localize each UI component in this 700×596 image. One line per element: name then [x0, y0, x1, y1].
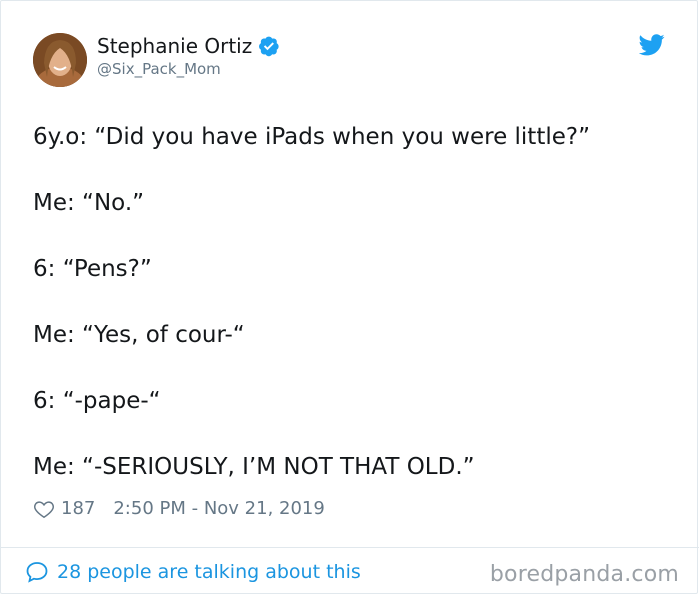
avatar[interactable]: [33, 33, 87, 87]
heart-icon[interactable]: [33, 498, 55, 520]
tweet-line: Me: “No.”: [33, 190, 145, 216]
tweet-text: 6y.o: “Did you have iPads when you were …: [33, 121, 673, 517]
twitter-bird-icon[interactable]: [639, 34, 665, 56]
tweet-timestamp[interactable]: 2:50 PM - Nov 21, 2019: [113, 497, 324, 521]
tweet-line: Me: “Yes, of cour-“: [33, 322, 245, 348]
tweet-card: Stephanie Ortiz @Six_Pack_Mom 6y.o: “Did…: [0, 0, 699, 594]
tweet-line: 6y.o: “Did you have iPads when you were …: [33, 124, 591, 150]
like-count[interactable]: 187: [61, 497, 95, 521]
tweet-line: 6: “Pens?”: [33, 256, 152, 282]
watermark: boredpanda.com: [489, 562, 679, 587]
author-display-name[interactable]: Stephanie Ortiz: [97, 33, 252, 59]
conversation-link[interactable]: 28 people are talking about this: [25, 559, 361, 585]
speech-bubble-icon: [26, 562, 48, 583]
tweet-line: 6: “-pape-“: [33, 388, 161, 414]
author-name-row: Stephanie Ortiz: [97, 33, 280, 59]
author-handle[interactable]: @Six_Pack_Mom: [97, 59, 221, 79]
tweet-line: Me: “-SERIOUSLY, I’M NOT THAT OLD.”: [33, 454, 475, 480]
verified-badge-icon: [259, 36, 279, 57]
footer-divider: [1, 547, 699, 548]
conversation-text[interactable]: 28 people are talking about this: [57, 559, 361, 585]
tweet-meta: 187 2:50 PM - Nov 21, 2019: [33, 497, 325, 521]
